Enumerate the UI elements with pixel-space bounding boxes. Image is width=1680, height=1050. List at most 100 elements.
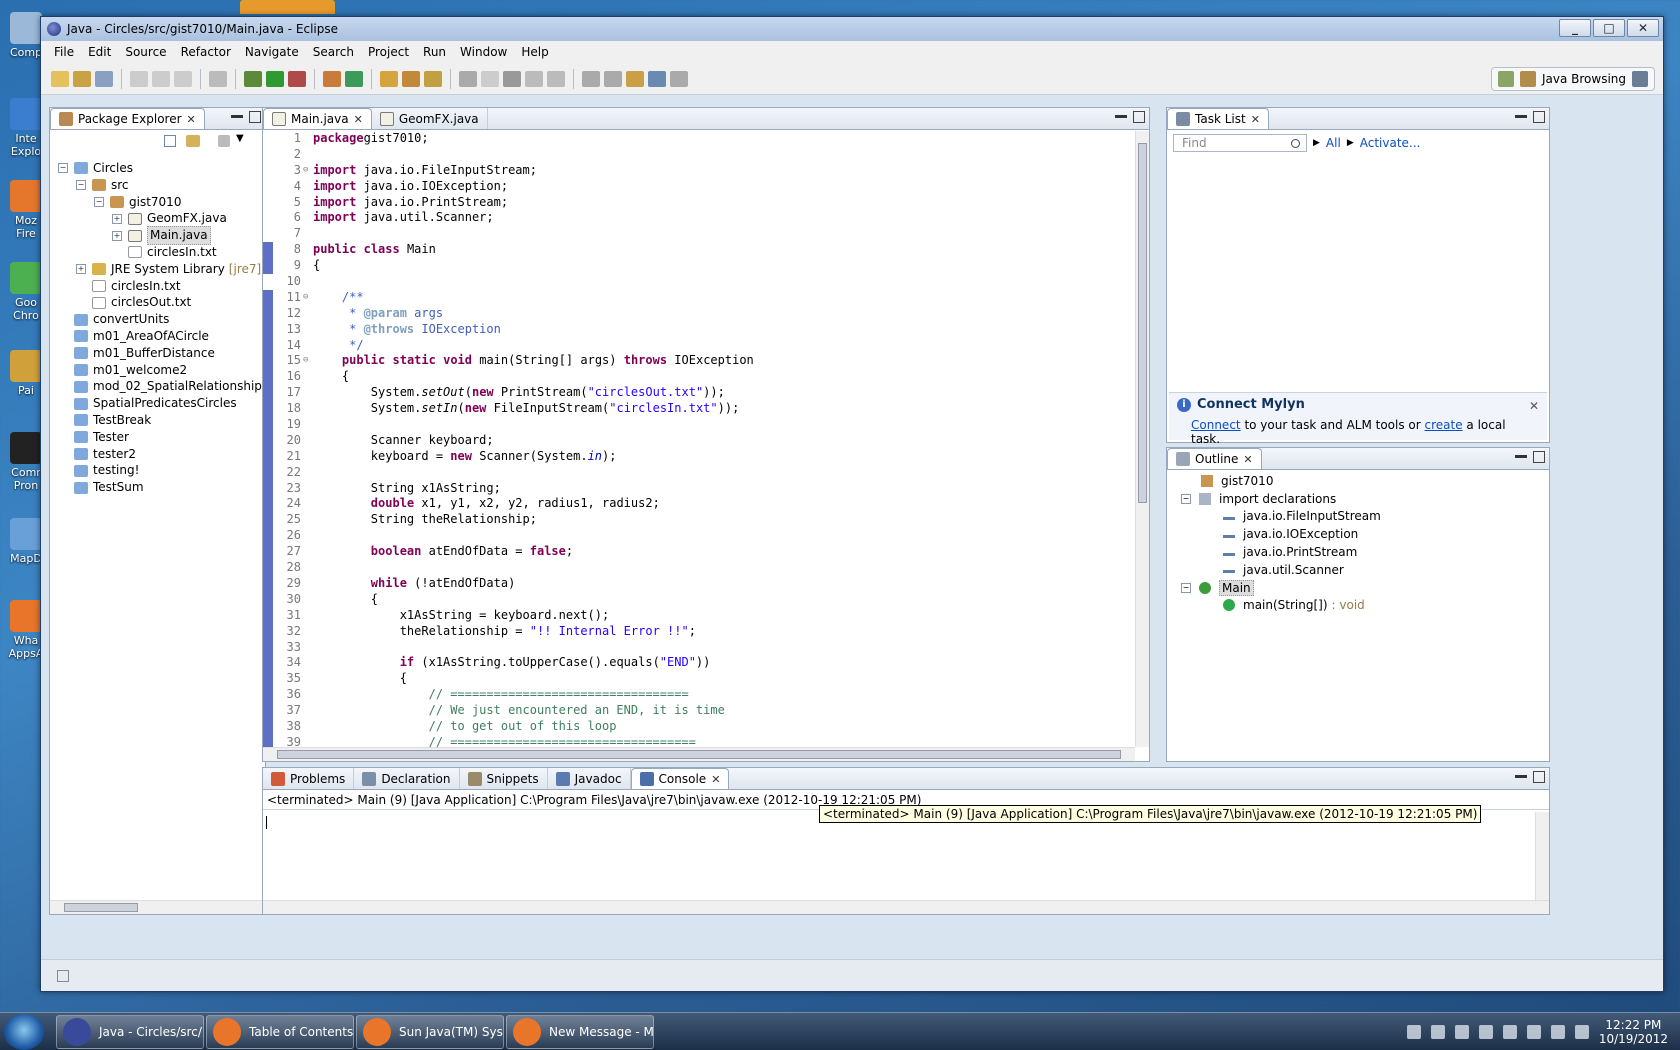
minimize-pane-icon[interactable] — [1515, 115, 1527, 118]
editor-tab[interactable]: GeomFX.java — [372, 108, 488, 129]
tab-snippets[interactable]: Snippets — [460, 768, 548, 789]
menu-edit[interactable]: Edit — [81, 45, 118, 59]
taskbar-button[interactable]: Java - Circles/src/... — [56, 1015, 204, 1049]
outline-item[interactable]: java.util.Scanner — [1181, 561, 1549, 579]
menu-source[interactable]: Source — [118, 45, 173, 59]
toolbar-button-icon[interactable] — [670, 70, 688, 87]
editor-tab[interactable]: Main.java ✕ — [263, 108, 372, 129]
tree-item[interactable]: circlesIn.txt — [58, 278, 265, 295]
toolbar-button-icon[interactable] — [402, 70, 420, 87]
tree-item[interactable]: + JRE System Library [jre7] — [58, 261, 265, 278]
tray-icon[interactable] — [1478, 1025, 1493, 1039]
package-explorer-hscroll[interactable] — [50, 900, 265, 914]
toolbar-button-icon[interactable] — [73, 70, 91, 87]
tab-task-list[interactable]: Task List ✕ — [1167, 108, 1269, 129]
toolbar-button-icon[interactable] — [130, 70, 148, 87]
menu-project[interactable]: Project — [361, 45, 416, 59]
maximize-pane-icon[interactable] — [1533, 111, 1545, 123]
expand-icon[interactable]: + — [112, 230, 122, 241]
toolbar-button-icon[interactable] — [345, 70, 363, 87]
tab-package-explorer[interactable]: Package Explorer ✕ — [50, 108, 205, 129]
console-vscroll[interactable] — [1535, 812, 1549, 900]
activate-link[interactable]: Activate... — [1360, 136, 1421, 150]
maximize-button[interactable]: □ — [1593, 19, 1625, 37]
toolbar-button-icon[interactable] — [209, 70, 227, 87]
connect-link[interactable]: Connect — [1191, 418, 1241, 432]
close-icon[interactable]: ✕ — [354, 113, 363, 126]
open-perspective-icon[interactable] — [1497, 71, 1514, 87]
maximize-pane-icon[interactable] — [1533, 771, 1545, 783]
toolbar-button-icon[interactable] — [323, 70, 341, 87]
minimize-button[interactable]: _ — [1559, 19, 1591, 37]
editor-vscroll[interactable] — [1135, 131, 1149, 747]
expand-icon[interactable]: + — [112, 213, 122, 224]
menu-window[interactable]: Window — [453, 45, 514, 59]
menu-run[interactable]: Run — [416, 45, 453, 59]
tree-item[interactable]: Tester — [58, 429, 265, 446]
fold-icon[interactable]: ⊖ — [303, 163, 313, 179]
code-editor[interactable]: 1 packagegist7010; 2 3 ⊖ import java.io.FileI… — [277, 131, 1135, 747]
clock[interactable]: 12:22 PM 10/19/2012 — [1599, 1018, 1668, 1046]
menu-refactor[interactable]: Refactor — [174, 45, 238, 59]
tree-item[interactable]: TestBreak — [58, 412, 265, 429]
tab-problems[interactable]: Problems — [263, 768, 355, 789]
create-link[interactable]: create — [1425, 418, 1463, 432]
tree-item[interactable]: testing! — [58, 462, 265, 479]
toolbar-button-icon[interactable] — [244, 70, 262, 87]
close-icon[interactable]: ✕ — [187, 113, 196, 126]
toolbar-button-icon[interactable] — [503, 70, 521, 87]
title-bar[interactable]: Java - Circles/src/gist7010/Main.java - … — [41, 17, 1663, 41]
collapse-icon[interactable]: − — [1181, 582, 1191, 593]
tree-item[interactable]: m01_BufferDistance — [58, 345, 265, 362]
collapse-icon[interactable]: − — [58, 163, 68, 174]
tree-item[interactable]: mod_02_SpatialRelationship — [58, 378, 265, 395]
tree-item[interactable]: SpatialPredicatesCircles — [58, 395, 265, 412]
tree-item[interactable]: − src — [58, 177, 265, 194]
fold-icon[interactable]: ⊖ — [303, 353, 313, 369]
close-button[interactable]: ✕ — [1627, 19, 1659, 37]
toolbar-button-icon[interactable] — [547, 70, 565, 87]
toolbar-button-icon[interactable] — [525, 70, 543, 87]
close-icon[interactable]: ✕ — [1529, 399, 1539, 413]
toolbar-button-icon[interactable] — [380, 70, 398, 87]
tree-item[interactable]: tester2 — [58, 446, 265, 463]
tray-icon[interactable] — [1406, 1025, 1421, 1039]
link-with-editor-icon[interactable] — [186, 135, 200, 147]
start-button[interactable] — [4, 1014, 44, 1050]
toolbar-button-icon[interactable] — [174, 70, 192, 87]
java-perspective-icon[interactable] — [1632, 71, 1648, 87]
tree-item[interactable]: circlesOut.txt — [58, 294, 265, 311]
tab-declaration[interactable]: Declaration — [354, 768, 460, 789]
outline-item[interactable]: main(String[]): void — [1181, 597, 1549, 615]
outline-item[interactable]: java.io.PrintStream — [1181, 543, 1549, 561]
toolbar-button-icon[interactable] — [481, 70, 499, 87]
toolbar-button-icon[interactable] — [648, 70, 666, 87]
taskbar-button[interactable]: Table of Contents... — [206, 1015, 354, 1049]
menu-file[interactable]: File — [47, 45, 81, 59]
tree-item[interactable]: circlesIn.txt — [58, 244, 265, 261]
tree-item[interactable]: TestSum — [58, 479, 265, 496]
fold-icon[interactable]: ⊖ — [303, 290, 313, 306]
editor-hscroll[interactable] — [263, 747, 1135, 761]
collapse-icon[interactable]: − — [76, 180, 86, 191]
outline-item[interactable]: gist7010 — [1181, 472, 1549, 490]
fast-view-icon[interactable] — [57, 970, 69, 982]
maximize-editor-icon[interactable] — [1133, 111, 1145, 123]
tree-item[interactable]: + GeomFX.java — [58, 210, 265, 227]
toolbar-button-icon[interactable] — [288, 70, 306, 87]
outline-item[interactable]: − Main — [1181, 579, 1549, 597]
toolbar-button-icon[interactable] — [152, 70, 170, 87]
tray-icon[interactable] — [1502, 1025, 1517, 1039]
tree-item[interactable]: − Circles — [58, 160, 265, 177]
taskbar-button[interactable]: New Message - M... — [506, 1015, 654, 1049]
toolbar-button-icon[interactable] — [95, 70, 113, 87]
toolbar-button-icon[interactable] — [626, 70, 644, 87]
maximize-pane-icon[interactable] — [249, 111, 261, 123]
perspective-switcher[interactable]: Java Browsing — [1490, 67, 1655, 91]
close-icon[interactable]: ✕ — [1243, 453, 1252, 466]
toolbar-button-icon[interactable] — [266, 70, 284, 87]
outline-item[interactable]: java.io.IOException — [1181, 525, 1549, 543]
network-icon[interactable] — [1574, 1025, 1589, 1039]
toolbar-button-icon[interactable] — [604, 70, 622, 87]
menu-navigate[interactable]: Navigate — [238, 45, 306, 59]
